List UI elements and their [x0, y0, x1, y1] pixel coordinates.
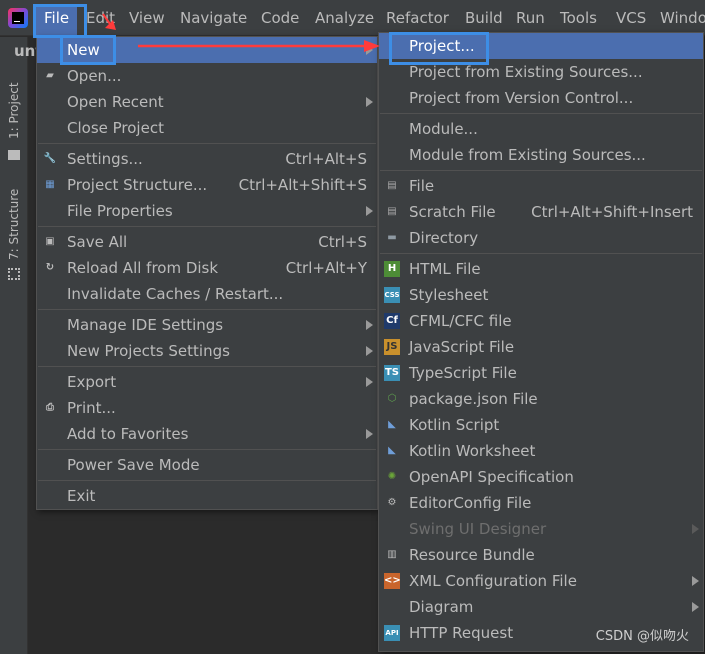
annotation-arrows [102, 13, 380, 52]
arrow-small-head [105, 20, 116, 30]
arrow-large-head [364, 40, 380, 52]
watermark: CSDN @似吻火 [595, 629, 689, 644]
arrow-small [102, 13, 111, 25]
